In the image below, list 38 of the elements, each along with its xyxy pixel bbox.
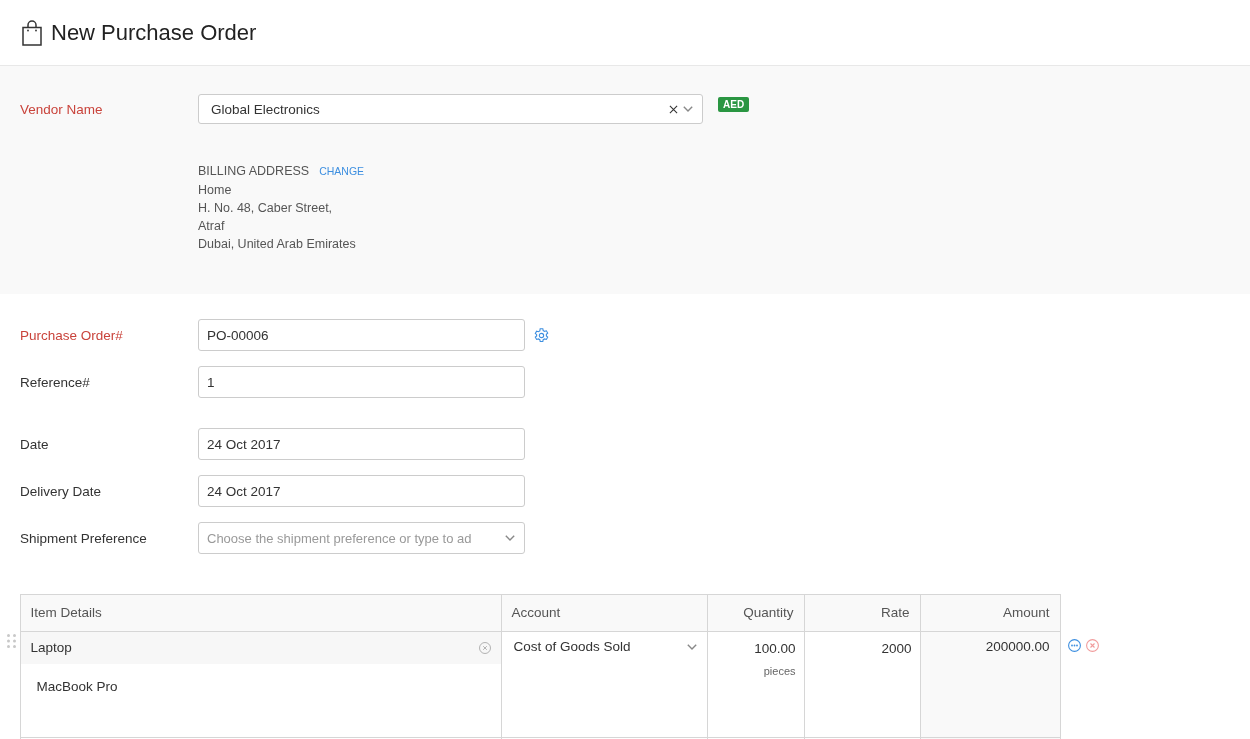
page-title: New Purchase Order — [51, 18, 257, 47]
address-line: H. No. 48, Caber Street, — [198, 200, 333, 217]
field-label: Date — [20, 436, 49, 452]
currency-badge: AED — [718, 97, 750, 112]
column-header: Item Details — [20, 594, 501, 632]
input-field[interactable]: PO-00006 — [198, 319, 525, 351]
item-field[interactable]: Laptop — [20, 632, 501, 664]
address-heading: BILLING ADDRESS — [198, 163, 310, 180]
vendor-select[interactable]: Global Electronics — [198, 94, 703, 124]
field-label: Purchase Order# — [20, 327, 123, 343]
address-line: Atraf — [198, 218, 225, 235]
address-line: Dubai, United Arab Emirates — [198, 236, 356, 253]
chevron-down-icon[interactable] — [683, 106, 693, 112]
column-header: Amount — [920, 594, 1060, 632]
column-header: Quantity — [707, 594, 804, 632]
input-field[interactable]: 24 Oct 2017 — [198, 475, 525, 507]
amount-text: 200000.00 — [984, 638, 1051, 656]
ellipsis-circle-icon[interactable] — [1067, 638, 1081, 652]
drag-handle-icon[interactable] — [7, 633, 16, 648]
input-field[interactable]: 24 Oct 2017 — [198, 428, 525, 460]
column-header: Rate — [804, 594, 920, 632]
column-header: Account — [501, 594, 707, 632]
unit-label: pieces — [762, 664, 797, 679]
close-icon[interactable] — [1085, 638, 1099, 652]
field-label: Vendor Name — [20, 101, 103, 117]
quantity-field[interactable]: 100.00 — [707, 632, 804, 658]
dropdown-field[interactable]: Choose the shipment preference or type to ad — [198, 522, 525, 554]
description-field[interactable]: MacBook Pro — [20, 664, 501, 726]
field-label: Shipment Preference — [20, 530, 147, 546]
chevron-down-icon[interactable] — [686, 644, 697, 650]
input-field[interactable]: 1 — [198, 366, 525, 398]
clear-icon[interactable] — [669, 104, 678, 114]
field-label: Delivery Date — [20, 483, 102, 499]
field-label: Reference# — [20, 374, 90, 390]
chevron-down-icon[interactable] — [505, 535, 515, 541]
address-line: Home — [198, 182, 232, 199]
shopping-bag-icon — [22, 19, 42, 46]
settings-icon[interactable] — [534, 327, 549, 343]
